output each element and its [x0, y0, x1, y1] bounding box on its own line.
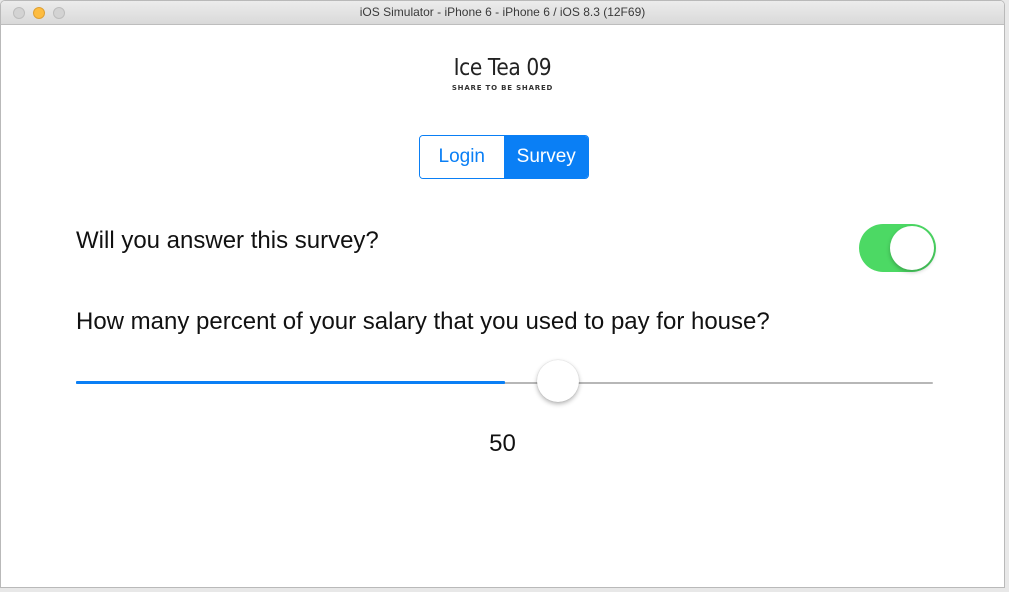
slider-value-label: 50	[489, 430, 516, 457]
segment-survey[interactable]: Survey	[504, 136, 588, 178]
slider-thumb[interactable]	[537, 360, 579, 402]
title-bar: iOS Simulator - iPhone 6 - iPhone 6 / iO…	[1, 1, 1004, 25]
logo-title: Ice Tea 09	[453, 55, 552, 81]
segment-login[interactable]: Login	[420, 136, 505, 178]
toggle-knob	[890, 226, 934, 270]
salary-percent-slider[interactable]	[76, 360, 933, 402]
app-screen: Ice Tea 09 SHARE TO BE SHARED Login Surv…	[1, 25, 1004, 587]
window-title: iOS Simulator - iPhone 6 - iPhone 6 / iO…	[359, 5, 646, 19]
mode-segmented-control: Login Survey	[419, 135, 589, 179]
app-logo: Ice Tea 09 SHARE TO BE SHARED	[1, 55, 1004, 92]
logo-subtitle: SHARE TO BE SHARED	[451, 84, 554, 92]
simulator-window: iOS Simulator - iPhone 6 - iPhone 6 / iO…	[0, 0, 1005, 588]
slider-fill	[76, 381, 505, 384]
answer-survey-toggle[interactable]	[859, 224, 936, 272]
question-salary-percent: How many percent of your salary that you…	[76, 308, 770, 335]
question-answer-survey: Will you answer this survey?	[76, 227, 379, 254]
